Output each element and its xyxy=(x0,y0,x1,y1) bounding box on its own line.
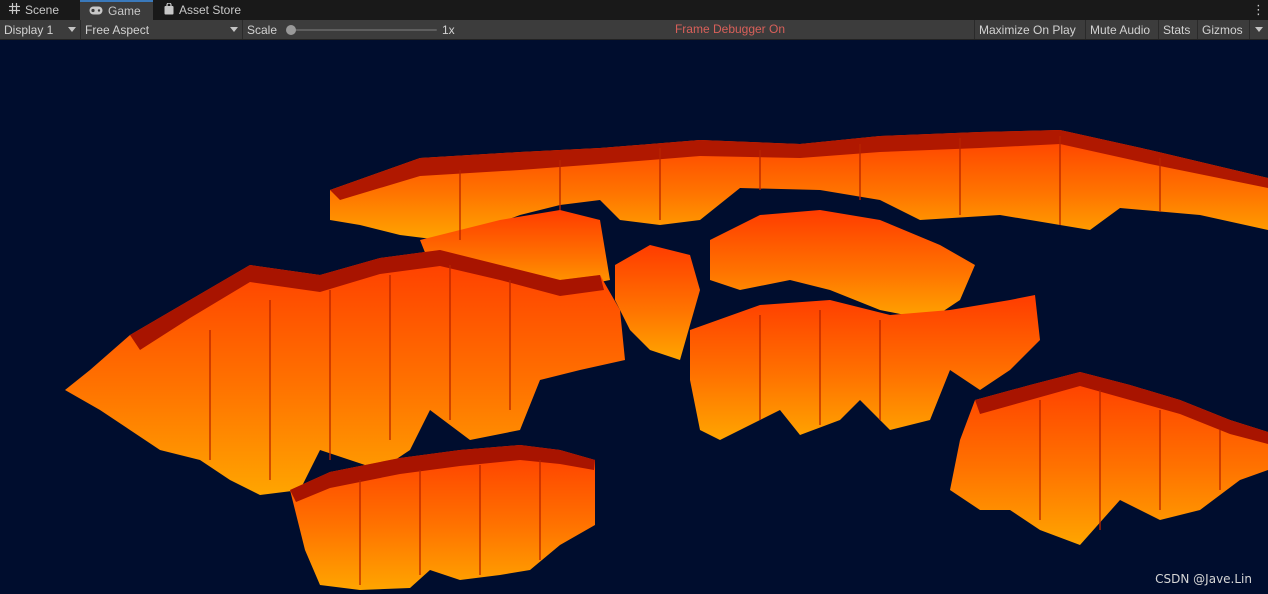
scale-slider-handle[interactable] xyxy=(286,25,296,35)
window-tab-bar: Scene Game Asset Store ⋮ xyxy=(0,0,1268,20)
gizmos-label: Gizmos xyxy=(1202,22,1243,37)
scale-value-text: 1x xyxy=(442,22,455,37)
aspect-dropdown[interactable]: Free Aspect xyxy=(81,20,243,39)
stats-toggle[interactable]: Stats xyxy=(1159,20,1198,39)
tab-asset-store[interactable]: Asset Store xyxy=(155,0,255,20)
watermark: CSDN @Jave.Lin xyxy=(1155,572,1252,586)
tab-game[interactable]: Game xyxy=(80,0,153,20)
scale-label-text: Scale xyxy=(247,22,278,37)
tab-scene[interactable]: Scene xyxy=(0,0,78,20)
chevron-down-icon xyxy=(68,27,76,32)
chevron-down-icon xyxy=(230,27,238,32)
mute-audio-toggle[interactable]: Mute Audio xyxy=(1086,20,1159,39)
aspect-dropdown-label: Free Aspect xyxy=(85,22,150,37)
rendered-scene xyxy=(65,130,1268,590)
maximize-on-play-label: Maximize On Play xyxy=(979,22,1076,37)
tab-asset-store-label: Asset Store xyxy=(179,3,242,17)
display-dropdown-label: Display 1 xyxy=(4,22,54,37)
more-options-icon[interactable]: ⋮ xyxy=(1252,2,1265,18)
scale-value: 1x xyxy=(437,20,477,39)
chevron-down-icon xyxy=(1255,27,1263,32)
frame-debugger-status: Frame Debugger On xyxy=(674,22,786,36)
tab-scene-label: Scene xyxy=(25,3,60,17)
display-dropdown[interactable]: Display 1 xyxy=(0,20,81,39)
stats-label: Stats xyxy=(1163,22,1191,37)
game-view-toolbar: Display 1 Free Aspect Scale 1x Frame Deb… xyxy=(0,20,1268,40)
mute-audio-label: Mute Audio xyxy=(1090,22,1151,37)
scale-slider-track[interactable] xyxy=(292,29,437,31)
gizmos-dropdown[interactable] xyxy=(1250,20,1268,39)
bottom-wall-cluster xyxy=(290,445,595,590)
gizmos-toggle[interactable]: Gizmos xyxy=(1198,20,1250,39)
maximize-on-play-toggle[interactable]: Maximize On Play xyxy=(974,20,1086,39)
gamepad-icon xyxy=(89,4,103,18)
grid-icon xyxy=(9,3,20,17)
shopping-bag-icon xyxy=(164,1,174,18)
tab-game-label: Game xyxy=(108,4,141,18)
game-viewport[interactable]: CSDN @Jave.Lin xyxy=(0,40,1268,594)
